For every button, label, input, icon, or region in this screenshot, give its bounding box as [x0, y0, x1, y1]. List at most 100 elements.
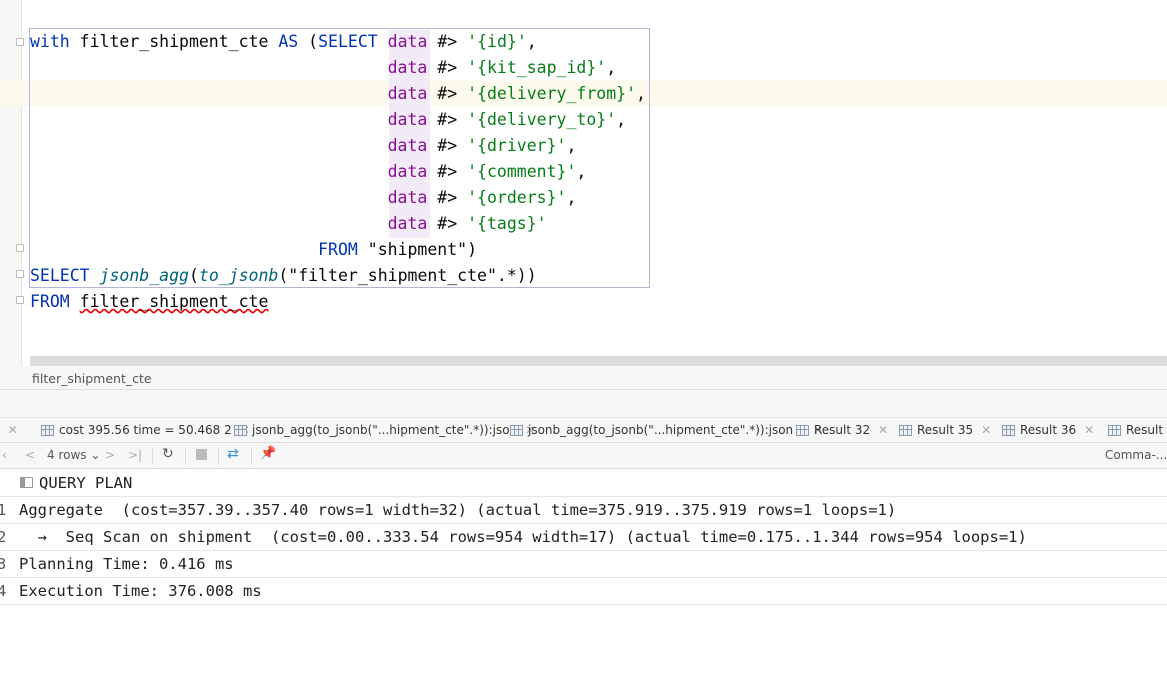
code-token: #>: [427, 214, 468, 233]
code-line: FROM "shipment"): [30, 237, 646, 263]
table-icon: [796, 424, 809, 436]
next-page-icon[interactable]: >: [105, 448, 115, 462]
code-token: ,: [636, 84, 646, 103]
code-token: ,: [526, 32, 537, 51]
rows-count-dropdown[interactable]: 4 rows ⌄: [47, 448, 100, 462]
fold-icon[interactable]: [16, 296, 24, 304]
code-token: data: [387, 188, 428, 207]
code-line: data #> '{delivery_from}',: [30, 81, 646, 107]
tab-label: Result 35: [917, 423, 974, 437]
export-format-dropdown[interactable]: Comma-...d: [1105, 448, 1167, 462]
result-tab[interactable]: jsonb_agg(to_jsonb("...hipment_cte".*)):…: [234, 423, 535, 437]
query-plan-cell[interactable]: Execution Time: 376.008 ms: [19, 582, 262, 600]
tab-label: jsonb_agg(to_jsonb("...hipment_cte".*)):…: [252, 423, 518, 437]
first-page-icon[interactable]: ‹: [2, 448, 7, 462]
table-icon: [899, 424, 912, 436]
code-token: data: [387, 84, 428, 103]
code-token: SELECT: [318, 32, 388, 51]
result-grid: QUERY PLAN 1 Aggregate (cost=357.39..357.…: [0, 469, 1167, 605]
fold-icon[interactable]: [16, 244, 24, 252]
result-tab[interactable]: cost 395.56 time = 50.468 2✕: [41, 423, 250, 437]
code-token: '{delivery_to}': [467, 110, 617, 129]
stop-icon[interactable]: [196, 449, 207, 460]
code-token: data: [387, 136, 428, 155]
editor-gutter: [0, 0, 22, 366]
column-header-query-plan[interactable]: QUERY PLAN: [0, 469, 1167, 497]
table-row[interactable]: 1 Aggregate (cost=357.39..357.40 rows=1 w…: [0, 497, 1167, 524]
panel-spacer: [0, 390, 1167, 417]
last-page-icon[interactable]: >|: [128, 448, 142, 462]
result-tab[interactable]: 3✕: [0, 423, 18, 437]
code-token: #>: [427, 32, 468, 51]
code-token: filter_shipment_cte: [79, 32, 279, 51]
code-token: data: [387, 162, 428, 181]
result-tab[interactable]: Result 32 ✕: [796, 423, 888, 437]
code-line: with filter_shipment_cte AS (SELECT data…: [30, 29, 646, 55]
close-icon[interactable]: ✕: [878, 423, 888, 437]
code-token: "shipment"): [367, 240, 478, 259]
result-tab[interactable]: Result 36 ✕: [1002, 423, 1094, 437]
code-area[interactable]: with filter_shipment_cte AS (SELECT data…: [30, 29, 646, 315]
code-line: data #> '{tags}': [30, 211, 646, 237]
table-row[interactable]: 3 Planning Time: 0.416 ms: [0, 551, 1167, 578]
table-row[interactable]: 2 → Seq Scan on shipment (cost=0.00..333…: [0, 524, 1167, 551]
close-icon[interactable]: ✕: [981, 423, 991, 437]
result-tab[interactable]: Result 3✕: [1108, 423, 1167, 437]
compare-icon[interactable]: ⇄: [227, 446, 239, 462]
code-token: data: [387, 32, 428, 51]
table-icon: [1002, 424, 1015, 436]
code-token: FROM: [30, 292, 80, 311]
tab-label: jsonb_agg(to_jsonb("...hipment_cte".*)):…: [528, 423, 805, 437]
code-token: data: [387, 214, 428, 233]
row-number: 4: [0, 582, 7, 600]
refresh-icon[interactable]: ↻: [162, 446, 174, 462]
result-tab[interactable]: jsonb_agg(to_jsonb("...hipment_cte".*)):…: [510, 423, 823, 437]
code-token: with: [30, 32, 80, 51]
code-token: ,: [576, 162, 587, 181]
code-token: '{id}': [467, 32, 527, 51]
table-row[interactable]: 4 Execution Time: 376.008 ms: [0, 578, 1167, 605]
prev-page-icon[interactable]: <: [25, 448, 35, 462]
code-token: filter_shipment_cte: [79, 292, 269, 311]
code-token: #>: [427, 58, 468, 77]
code-token: SELECT: [30, 266, 100, 285]
code-token: '{delivery_from}': [467, 84, 637, 103]
pin-icon[interactable]: 📌: [260, 446, 276, 461]
code-line: SELECT jsonb_agg(to_jsonb("filter_shipme…: [30, 263, 646, 289]
code-token: '{tags}': [467, 214, 547, 233]
code-token: AS: [278, 32, 309, 51]
query-plan-cell[interactable]: → Seq Scan on shipment (cost=0.00..333.5…: [19, 528, 1027, 546]
code-line: data #> '{driver}',: [30, 133, 646, 159]
code-token: ,: [566, 188, 577, 207]
row-number: 3: [0, 555, 7, 573]
tab-label: cost 395.56 time = 50.468 2: [59, 423, 232, 437]
code-line: data #> '{kit_sap_id}',: [30, 55, 646, 81]
query-plan-cell[interactable]: Planning Time: 0.416 ms: [19, 555, 234, 573]
horizontal-scrollbar[interactable]: [30, 356, 1167, 366]
result-tab[interactable]: Result 35 ✕: [899, 423, 991, 437]
fold-icon[interactable]: [16, 270, 24, 278]
breadcrumb[interactable]: filter_shipment_cte: [0, 366, 1167, 390]
sql-editor[interactable]: with filter_shipment_cte AS (SELECT data…: [0, 0, 1167, 366]
result-toolbar: ‹ < 4 rows ⌄ > >| ↻ ⇄ 📌 Comma-...d: [0, 443, 1167, 469]
tab-label: Result 36: [1020, 423, 1077, 437]
code-token: #>: [427, 136, 468, 155]
close-icon[interactable]: ✕: [1084, 423, 1094, 437]
row-number: 1: [0, 501, 7, 519]
code-token: #>: [427, 84, 468, 103]
code-token: to_jsonb: [198, 266, 279, 285]
close-icon[interactable]: ✕: [8, 423, 18, 437]
code-token: data: [387, 110, 428, 129]
tab-label: Result 32: [814, 423, 871, 437]
code-token: #>: [427, 110, 468, 129]
code-token: ,: [616, 110, 627, 129]
fold-icon[interactable]: [16, 38, 24, 46]
code-token: ("filter_shipment_cte".*)): [278, 266, 537, 285]
query-plan-cell[interactable]: Aggregate (cost=357.39..357.40 rows=1 wi…: [19, 501, 896, 519]
